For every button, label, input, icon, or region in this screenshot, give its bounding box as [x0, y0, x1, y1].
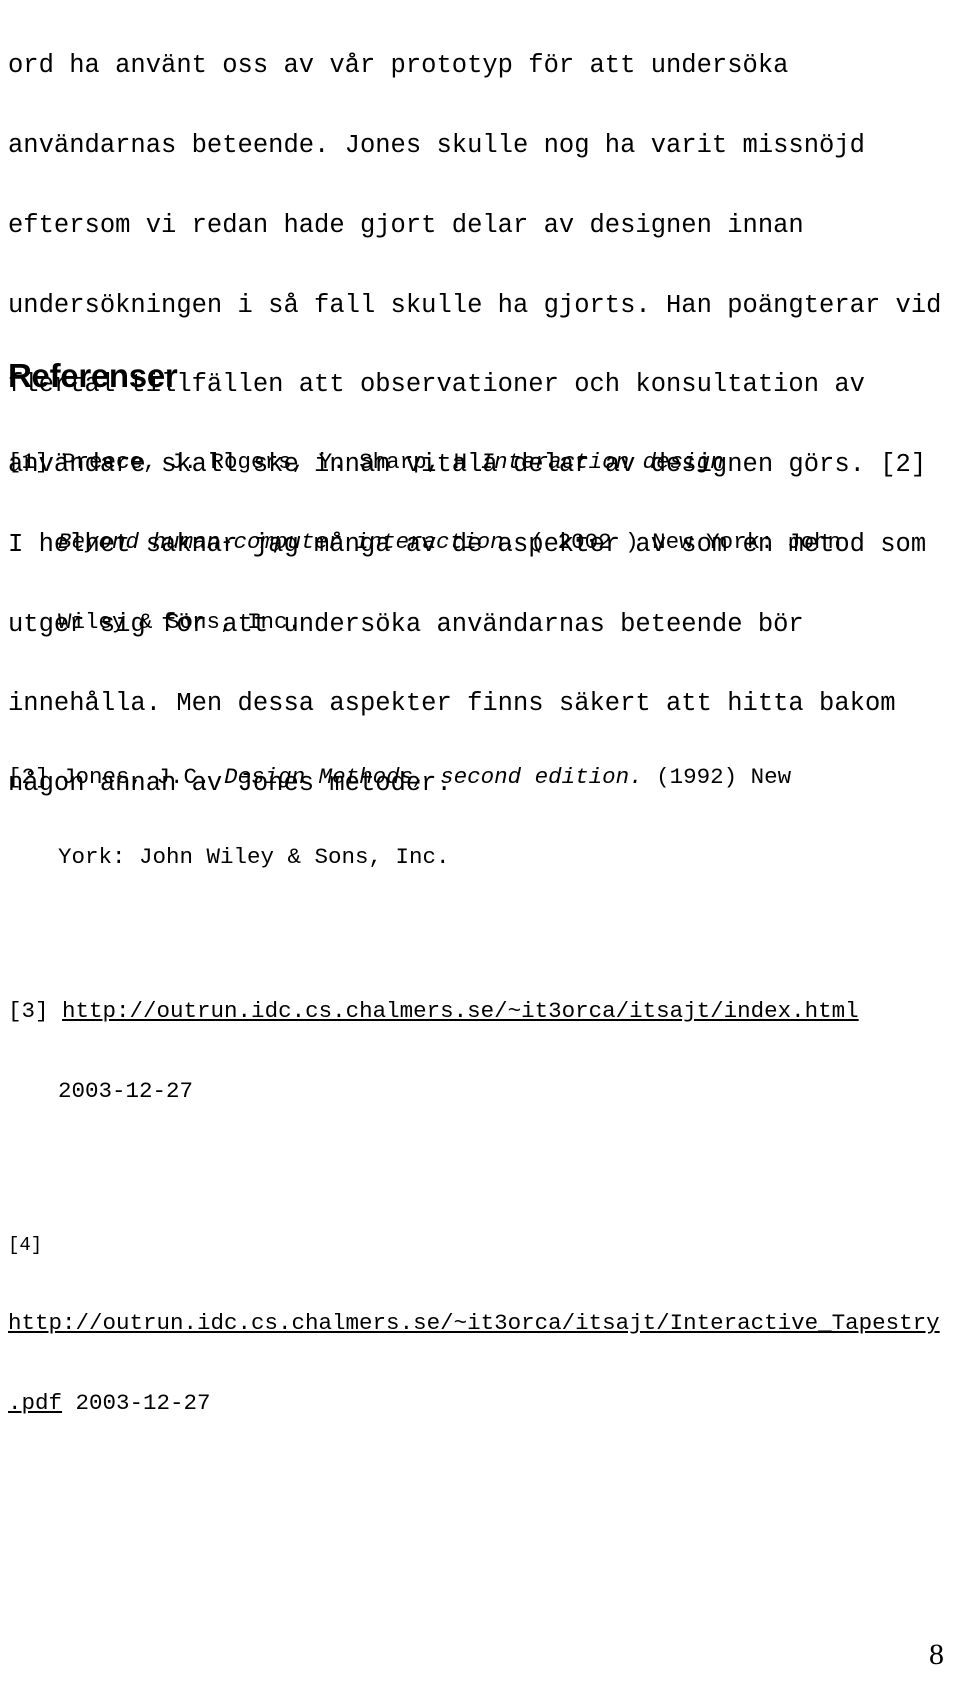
reference-line: York: John Wiley & Sons, Inc. — [58, 843, 450, 870]
document-page: ord ha använt oss av vår prototyp för at… — [0, 0, 960, 1685]
reference-text: (1992) New — [642, 763, 792, 790]
reference-title-italic: Beyond human-computer interaction. — [58, 528, 518, 555]
reference-line: [1] Preece, J. Rogers, Y. Sharp, H Inter… — [8, 449, 952, 476]
references-list: [1] Preece, J. Rogers, Y. Sharp, H Inter… — [8, 396, 952, 1492]
reference-item: [2] Jones, J.C. Design Methods, second e… — [8, 711, 952, 924]
body-line: användarnas beteende. Jones skulle nog h… — [8, 130, 865, 160]
reference-url-link[interactable]: http://outrun.idc.cs.chalmers.se/~it3orc… — [8, 1310, 940, 1336]
body-line: undersökningen i så fall skulle ha gjort… — [8, 290, 942, 320]
reference-item: [3] http://outrun.idc.cs.chalmers.se/~it… — [8, 945, 952, 1158]
reference-text: ( 2002 ) New York: John — [517, 528, 842, 555]
reference-marker: [4] — [8, 1234, 43, 1257]
reference-title-italic: Interaction design — [480, 449, 724, 476]
reference-line: [3] http://outrun.idc.cs.chalmers.se/~it… — [8, 998, 952, 1025]
reference-marker: [2] — [8, 763, 49, 790]
reference-line: [2] Jones, J.C. Design Methods, second e… — [8, 764, 952, 791]
body-line: ord ha använt oss av vår prototyp för at… — [8, 51, 789, 81]
reference-line: Wiley & Sons, Inc. — [58, 608, 302, 635]
references-heading: Referenser — [8, 357, 178, 395]
page-number: 8 — [929, 1638, 944, 1671]
reference-url-extension[interactable]: .pdf — [8, 1390, 62, 1416]
reference-item: [4] http://outrun.idc.cs.chalmers.se/~it… — [8, 1180, 952, 1470]
reference-item: [1] Preece, J. Rogers, Y. Sharp, H Inter… — [8, 396, 952, 689]
reference-marker: [3] — [8, 998, 49, 1025]
reference-text: Jones, J.C. — [62, 763, 225, 790]
reference-access-date: 2003-12-27 — [75, 1390, 211, 1417]
reference-line: Beyond human-computer interaction. ( 200… — [8, 529, 952, 556]
reference-text: Preece, J. Rogers, Y. Sharp, H — [62, 449, 481, 476]
reference-title-italic: Design Methods, second edition. — [224, 763, 643, 790]
body-line: eftersom vi redan hade gjort delar av de… — [8, 210, 804, 240]
reference-line: http://outrun.idc.cs.chalmers.se/~it3orc… — [8, 1310, 952, 1337]
reference-access-date: 2003-12-27 — [58, 1078, 194, 1105]
reference-marker: [1] — [8, 449, 49, 476]
reference-url-link[interactable]: http://outrun.idc.cs.chalmers.se/~it3orc… — [62, 998, 859, 1024]
reference-line: .pdf 2003-12-27 — [8, 1390, 952, 1417]
